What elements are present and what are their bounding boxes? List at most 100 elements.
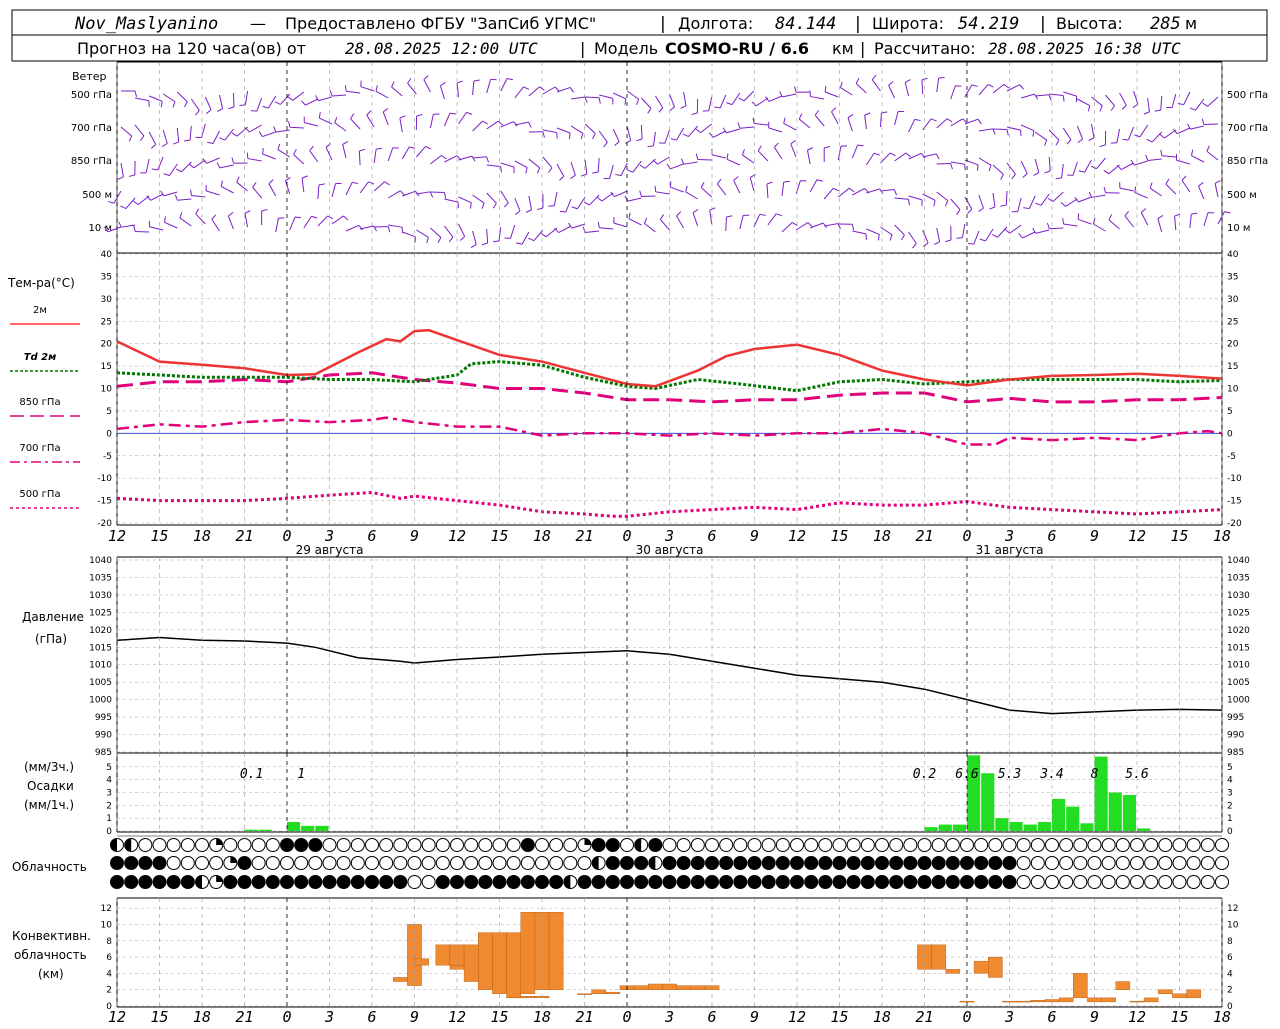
wind-barb-shaft xyxy=(852,231,866,234)
cloud-clear xyxy=(1145,839,1158,852)
wind-barb-shaft xyxy=(121,163,123,177)
cloud-overcast xyxy=(677,876,690,889)
wind-barb-shaft xyxy=(610,165,614,179)
wind-barb-shaft xyxy=(1109,220,1120,229)
prec-tick-label: 2 xyxy=(106,801,112,811)
wind-barb-shaft xyxy=(219,95,222,109)
conv-tick-label-right: 12 xyxy=(1227,904,1238,914)
cloud-clear xyxy=(819,839,832,852)
cloud-overcast xyxy=(465,876,478,889)
wind-barb-flag xyxy=(285,177,290,180)
wind-barb-shaft xyxy=(627,127,630,141)
wind-barb-shaft xyxy=(621,163,627,176)
wind-level-700hpa: 700 гПа xyxy=(71,123,112,134)
cloud-clear xyxy=(408,839,421,852)
cloud-clear xyxy=(323,857,336,870)
wind-barb-flag xyxy=(849,188,854,192)
wind-barb-shaft xyxy=(1022,232,1035,238)
cloud-overcast xyxy=(649,839,662,852)
wind-barb-shaft xyxy=(1196,99,1204,110)
wind-barb-flag xyxy=(597,197,602,201)
wind-barb-shaft xyxy=(213,131,219,143)
conv-bar xyxy=(1031,1000,1045,1002)
conv-tick-label-right: 2 xyxy=(1227,986,1233,996)
precip-bar xyxy=(981,773,994,831)
wind-barb-shaft xyxy=(784,123,796,130)
wind-barb-flag xyxy=(1079,171,1085,172)
conv-tick-label-right: 4 xyxy=(1227,969,1233,979)
pres-tick-label: 995 xyxy=(95,713,112,723)
wind-barb-shaft xyxy=(1007,127,1021,130)
wind-barb-shaft xyxy=(1035,159,1039,173)
wind-barb-flag xyxy=(945,240,951,242)
wind-barb-shaft xyxy=(529,159,540,168)
wind-barb-flag xyxy=(269,180,273,184)
wind-level-500hpa: 500 гПа xyxy=(71,90,112,101)
cloud-partial-fill xyxy=(125,839,131,852)
wind-barb-flag xyxy=(742,149,744,155)
wind-barb-shaft xyxy=(1166,184,1176,194)
cloud-clear xyxy=(536,839,549,852)
cloud-overcast xyxy=(918,857,931,870)
wind-barb-shaft xyxy=(740,127,754,128)
wind-barb-shaft xyxy=(416,230,428,237)
wind-barb-shaft xyxy=(501,163,514,167)
temp-tick-label-right: 25 xyxy=(1227,317,1238,327)
wind-barb-flag xyxy=(872,75,876,80)
wind-barb-shaft xyxy=(585,97,599,98)
wind-barb-flag xyxy=(1150,182,1152,188)
wind-barb-shaft xyxy=(276,218,279,232)
cloud-clear xyxy=(1201,857,1214,870)
wind-level-850hpa: 850 гПа xyxy=(71,156,112,167)
wind-barb-shaft xyxy=(979,195,984,208)
cloud-overcast xyxy=(153,857,166,870)
wind-barb-flag xyxy=(328,216,333,219)
wind-barb-flag xyxy=(1067,140,1071,144)
provider: Предоставлено ФГБУ "ЗапСиб УГМС" xyxy=(285,14,596,33)
time-tick-label: 12 xyxy=(448,1008,466,1024)
cloud-overcast xyxy=(366,876,379,889)
wind-barb-shaft xyxy=(1162,156,1176,157)
cloud-overcast xyxy=(833,876,846,889)
cloud-overcast xyxy=(521,839,534,852)
cloud-clear xyxy=(663,839,676,852)
wind-barb-shaft xyxy=(440,86,444,99)
wind-barb-flag xyxy=(1045,171,1051,173)
wind-barb-shaft xyxy=(1120,93,1127,105)
wind-barb-shaft xyxy=(979,158,991,165)
wind-barb-shaft xyxy=(543,130,557,132)
time-tick-label: 0 xyxy=(622,527,631,545)
wind-barb-flag xyxy=(569,133,570,139)
wind-barb-flag xyxy=(1004,84,1009,88)
temp-tick-label-right: 10 xyxy=(1227,385,1239,395)
wind-barb-shaft xyxy=(1063,224,1077,226)
pres-tick-label: 1030 xyxy=(89,591,112,601)
wind-barb-flag xyxy=(726,216,732,217)
wind-barb-flag xyxy=(1056,178,1062,179)
sep5: | xyxy=(860,39,865,58)
wind-level-10m-right: 10 м xyxy=(1227,223,1250,234)
cloud-overcast xyxy=(337,876,350,889)
wind-barb-shaft xyxy=(121,127,132,136)
wind-barb-shaft xyxy=(557,128,570,133)
wind-barb-shaft xyxy=(937,192,948,201)
time-tick-label: 18 xyxy=(533,1008,551,1024)
wind-barb-shaft xyxy=(670,164,683,169)
cloud-clear xyxy=(366,857,379,870)
wind-barb-flag xyxy=(681,106,686,109)
wind-barb-flag xyxy=(400,191,404,195)
precip-bar xyxy=(1024,825,1037,831)
wind-barb-flag xyxy=(263,106,269,108)
cloud-clear xyxy=(861,839,874,852)
wind-barb-shaft xyxy=(177,199,191,200)
pres-tick-label: 1025 xyxy=(89,608,112,618)
wind-barb-shaft xyxy=(838,188,849,197)
wind-barb-shaft xyxy=(1077,126,1082,139)
wind-barb-flag xyxy=(572,207,578,209)
wind-barb-shaft xyxy=(923,119,931,130)
wind-barb-flag xyxy=(444,192,445,198)
wind-barb-flag xyxy=(1023,208,1029,209)
temp-tick-label-right: 30 xyxy=(1227,295,1239,305)
cloud-clear xyxy=(706,839,719,852)
cloud-clear xyxy=(1116,839,1129,852)
